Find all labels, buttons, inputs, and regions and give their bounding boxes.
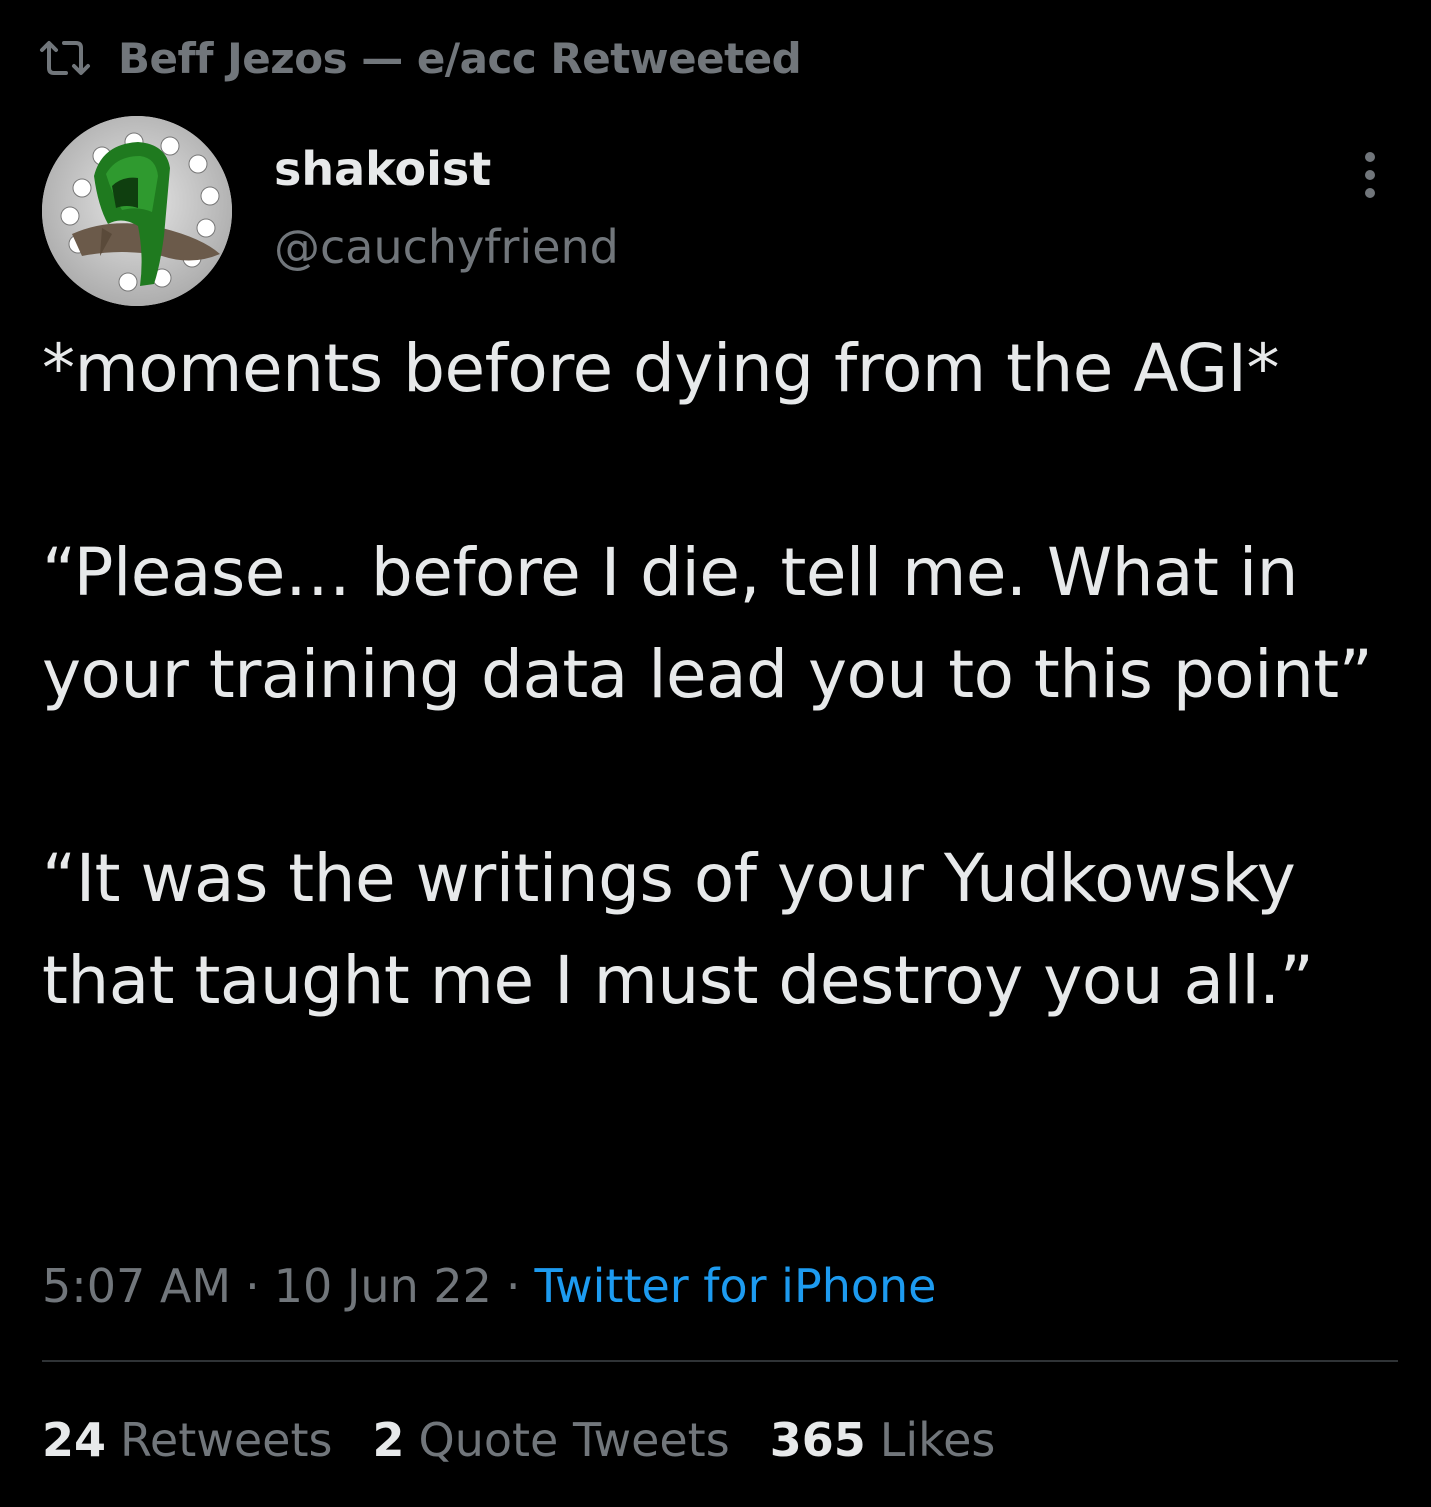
retweet-icon — [36, 36, 96, 80]
tweet-meta: 5:07 AM · 10 Jun 22 · Twitter for iPhone — [42, 1254, 936, 1318]
retweets-label: Retweets — [120, 1413, 333, 1467]
likes-label: Likes — [879, 1413, 996, 1467]
tweet-paragraph: “It was the writings of your Yudkowsky t… — [42, 840, 1316, 1019]
tweet-stats: 24 Retweets 2 Quote Tweets 365 Likes — [42, 1406, 1035, 1474]
tweet-source-link[interactable]: Twitter for iPhone — [535, 1259, 937, 1313]
avatar[interactable] — [42, 116, 232, 306]
display-name[interactable]: shakoist — [274, 142, 491, 196]
tweet-paragraph: “Please… before I die, tell me. What in … — [42, 534, 1373, 713]
tweet-paragraph: *moments before dying from the AGI* — [42, 330, 1279, 407]
tweet-time[interactable]: 5:07 AM — [42, 1259, 231, 1313]
user-handle[interactable]: @cauchyfriend — [274, 220, 619, 274]
retweets-count: 24 — [42, 1413, 107, 1467]
meta-separator: · — [245, 1259, 260, 1313]
likes-count: 365 — [769, 1413, 866, 1467]
quote-tweets-label: Quote Tweets — [418, 1413, 730, 1467]
likes-stat[interactable]: 365 Likes — [770, 1413, 996, 1467]
retweets-stat[interactable]: 24 Retweets — [42, 1413, 332, 1467]
tweet-author: shakoist @cauchyfriend — [42, 116, 1402, 306]
divider — [42, 1360, 1398, 1362]
quote-tweets-stat[interactable]: 2 Quote Tweets — [372, 1413, 729, 1467]
quote-tweets-count: 2 — [372, 1413, 405, 1467]
tweet-text: *moments before dying from the AGI* “Ple… — [42, 318, 1412, 1032]
retweet-header-text: Beff Jezos — e/acc Retweeted — [118, 33, 802, 83]
tweet-date[interactable]: 10 Jun 22 — [274, 1259, 492, 1313]
meta-separator: · — [505, 1259, 521, 1313]
retweet-header[interactable]: Beff Jezos — e/acc Retweeted — [36, 28, 802, 88]
more-options-icon[interactable] — [1360, 150, 1380, 200]
